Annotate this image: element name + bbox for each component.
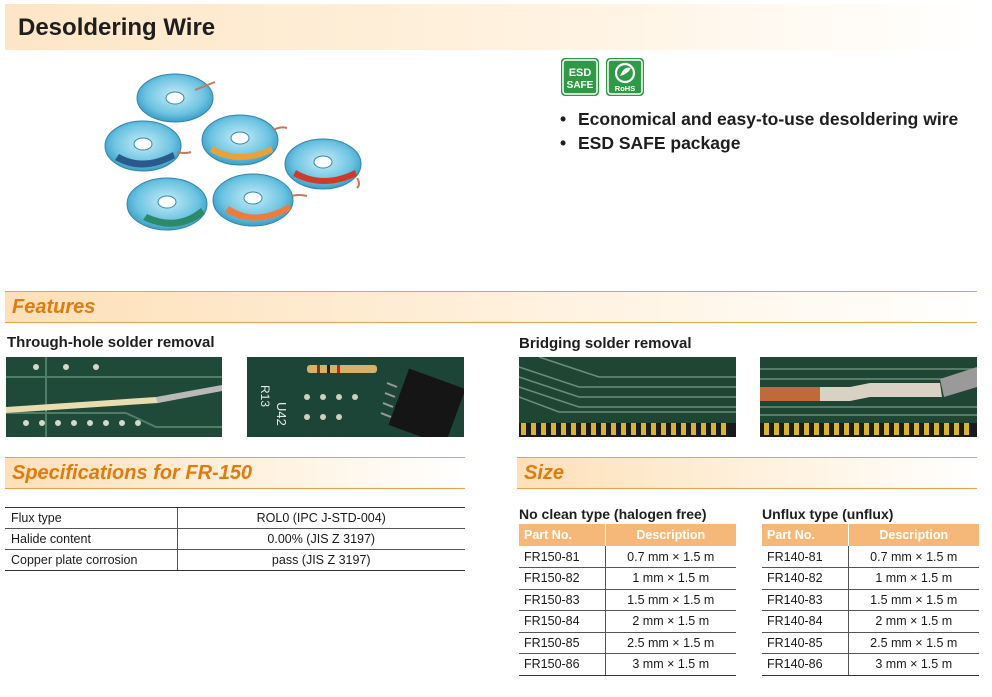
reel-4 xyxy=(284,138,362,190)
table-row: FR140-85 2.5 mm × 1.5 m xyxy=(762,632,979,654)
unflux-size-table: Part No. Description FR140-81 0.7 mm × 1.… xyxy=(762,524,979,676)
spec-value: pass (JIS Z 3197) xyxy=(176,549,465,571)
specs-section-header: Specifications for FR-150 xyxy=(5,457,465,489)
table-row: FR140-81 0.7 mm × 1.5 m xyxy=(762,546,979,568)
part-number: FR140-84 xyxy=(762,610,848,633)
rohs-label: RoHS xyxy=(615,84,635,93)
table-header-row: Part No. Description xyxy=(762,524,979,546)
silkscreen-u42: U42 xyxy=(274,402,289,426)
reel-3 xyxy=(201,114,288,166)
part-number: FR150-85 xyxy=(519,632,605,654)
bullet-item: • Economical and easy-to-use desoldering … xyxy=(560,108,960,131)
part-number: FR150-82 xyxy=(519,567,605,590)
column-header-description: Description xyxy=(604,524,736,546)
table-row: Halide content 0.00% (JIS Z 3197) xyxy=(5,528,465,550)
table-row: FR140-84 2 mm × 1.5 m xyxy=(762,610,979,633)
feature-bullets: • Economical and easy-to-use desoldering … xyxy=(560,108,960,156)
bridging-photo-2 xyxy=(760,357,977,437)
title-bar: Desoldering Wire xyxy=(5,4,977,50)
reel-2 xyxy=(104,120,192,172)
part-number: FR140-81 xyxy=(762,546,848,568)
part-description: 2.5 mm × 1.5 m xyxy=(847,632,979,654)
spec-label: Halide content xyxy=(5,528,177,550)
bullet-text: Economical and easy-to-use desoldering w… xyxy=(578,109,959,129)
part-number: FR140-83 xyxy=(762,589,848,611)
table-row: FR150-85 2.5 mm × 1.5 m xyxy=(519,632,736,654)
through-hole-photo-2: R13 U42 xyxy=(247,357,464,437)
reel-1 xyxy=(136,73,216,123)
part-description: 2.5 mm × 1.5 m xyxy=(604,632,736,654)
table-row: Copper plate corrosion pass (JIS Z 3197) xyxy=(5,549,465,571)
part-number: FR140-85 xyxy=(762,632,848,654)
table-row: FR150-83 1.5 mm × 1.5 m xyxy=(519,589,736,611)
table-row: FR150-81 0.7 mm × 1.5 m xyxy=(519,546,736,568)
page-title: Desoldering Wire xyxy=(18,14,216,41)
column-header-description: Description xyxy=(847,524,979,546)
part-description: 2 mm × 1.5 m xyxy=(604,610,736,633)
reel-6 xyxy=(212,173,308,227)
table-row: FR140-83 1.5 mm × 1.5 m xyxy=(762,589,979,611)
column-header-part: Part No. xyxy=(762,524,848,546)
table-row: FR140-86 3 mm × 1.5 m xyxy=(762,653,979,676)
features-section-header: Features xyxy=(5,291,977,323)
table-row: FR140-82 1 mm × 1.5 m xyxy=(762,567,979,590)
size-section-header: Size xyxy=(517,457,977,489)
through-hole-heading: Through-hole solder removal xyxy=(7,334,215,351)
table-row: FR150-86 3 mm × 1.5 m xyxy=(519,653,736,676)
part-number: FR140-86 xyxy=(762,653,848,676)
specs-table: Flux type ROL0 (IPC J-STD-004) Halide co… xyxy=(5,507,465,571)
bullet-dot: • xyxy=(560,133,567,153)
bullet-text: ESD SAFE package xyxy=(578,133,741,153)
part-number: FR140-82 xyxy=(762,567,848,590)
part-description: 2 mm × 1.5 m xyxy=(847,610,979,633)
table-row: FR150-84 2 mm × 1.5 m xyxy=(519,610,736,633)
spec-label: Flux type xyxy=(5,507,177,529)
part-description: 1 mm × 1.5 m xyxy=(847,567,979,590)
esd-safe-icon: ESD SAFE xyxy=(561,58,599,96)
through-hole-photo-1 xyxy=(6,357,222,437)
part-description: 1.5 mm × 1.5 m xyxy=(847,589,979,611)
rohs-icon: RoHS xyxy=(606,58,644,96)
table-row: FR150-82 1 mm × 1.5 m xyxy=(519,567,736,590)
safe-label: SAFE xyxy=(567,80,594,91)
no-clean-size-table: Part No. Description FR150-81 0.7 mm × 1.… xyxy=(519,524,736,676)
part-description: 1 mm × 1.5 m xyxy=(604,567,736,590)
features-title: Features xyxy=(12,296,96,318)
bridging-heading: Bridging solder removal xyxy=(519,335,692,352)
bullet-item: • ESD SAFE package xyxy=(560,132,960,155)
reel-5 xyxy=(126,177,208,231)
no-clean-heading: No clean type (halogen free) xyxy=(519,506,707,522)
part-number: FR150-83 xyxy=(519,589,605,611)
spec-value: 0.00% (JIS Z 3197) xyxy=(176,528,465,550)
table-row: Flux type ROL0 (IPC J-STD-004) xyxy=(5,507,465,529)
silkscreen-r13: R13 xyxy=(258,385,272,407)
product-photo xyxy=(95,68,375,248)
column-header-part: Part No. xyxy=(519,524,605,546)
part-description: 1.5 mm × 1.5 m xyxy=(604,589,736,611)
specs-title: Specifications for FR-150 xyxy=(12,462,253,484)
spec-value: ROL0 (IPC J-STD-004) xyxy=(176,507,465,529)
esd-label: ESD xyxy=(569,67,592,79)
part-description: 0.7 mm × 1.5 m xyxy=(847,546,979,568)
size-title: Size xyxy=(524,462,565,484)
unflux-heading: Unflux type (unflux) xyxy=(762,506,894,522)
desoldering-reels-image xyxy=(104,73,362,231)
part-number: FR150-84 xyxy=(519,610,605,633)
bridging-photo-1 xyxy=(519,357,736,437)
part-number: FR150-86 xyxy=(519,653,605,676)
part-number: FR150-81 xyxy=(519,546,605,568)
table-header-row: Part No. Description xyxy=(519,524,736,546)
bullet-dot: • xyxy=(560,109,567,129)
spec-label: Copper plate corrosion xyxy=(5,549,177,571)
part-description: 0.7 mm × 1.5 m xyxy=(604,546,736,568)
part-description: 3 mm × 1.5 m xyxy=(604,653,736,676)
part-description: 3 mm × 1.5 m xyxy=(847,653,979,676)
